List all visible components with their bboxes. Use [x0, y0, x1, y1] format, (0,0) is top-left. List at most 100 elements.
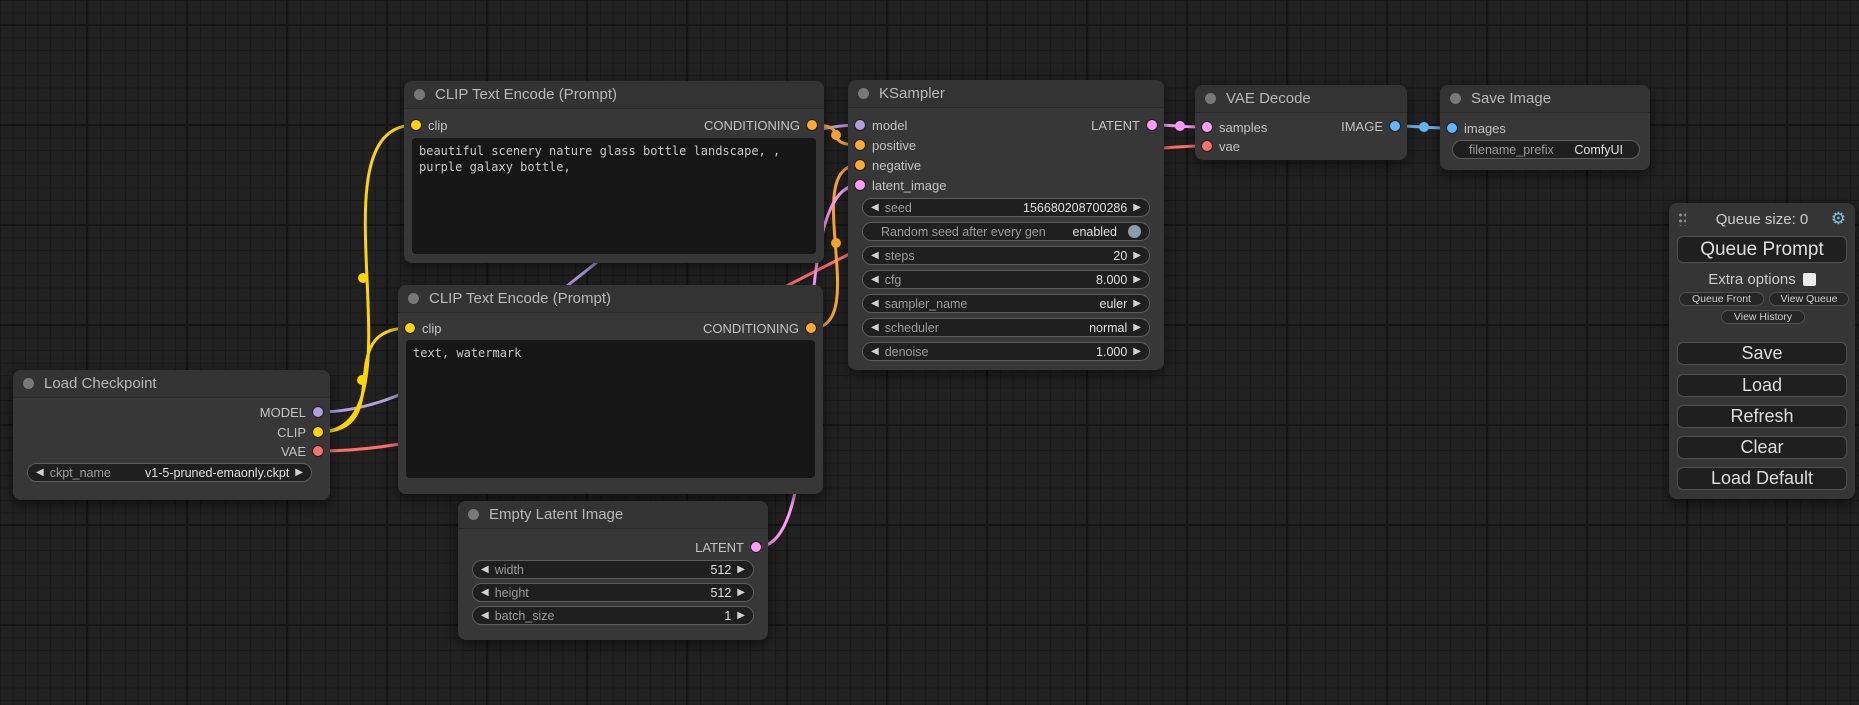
width-widget[interactable]: ◀ width 512 ▶	[472, 560, 754, 579]
node-ksampler[interactable]: KSampler model positive negative latent_…	[848, 80, 1164, 370]
decrement-arrow-icon[interactable]: ◀	[871, 323, 879, 333]
node-graph-canvas[interactable]: Load Checkpoint MODEL CLIP VAE ◀ ckpt_na…	[0, 0, 1859, 705]
steps-widget[interactable]: ◀ steps 20 ▶	[862, 246, 1150, 265]
random-seed-toggle-widget[interactable]: Random seed after every gen enabled	[862, 222, 1150, 241]
prompt-textarea[interactable]: beautiful scenery nature glass bottle la…	[412, 138, 816, 254]
output-socket-vae[interactable]	[313, 446, 323, 456]
output-label: IMAGE	[1341, 119, 1383, 134]
output-label: LATENT	[1091, 118, 1140, 133]
node-title-bar[interactable]: Empty Latent Image	[458, 501, 768, 529]
decrement-arrow-icon[interactable]: ◀	[481, 565, 489, 575]
node-title-bar[interactable]: Save Image	[1440, 85, 1650, 113]
increment-arrow-icon[interactable]: ▶	[737, 611, 745, 621]
decrement-arrow-icon[interactable]: ◀	[871, 275, 879, 285]
queue-size-label: Queue size: 0	[1669, 211, 1855, 228]
collapse-dot-icon[interactable]	[1205, 93, 1216, 104]
input-socket-clip[interactable]	[411, 120, 421, 130]
cfg-widget[interactable]: ◀ cfg 8.000 ▶	[862, 270, 1150, 289]
widget-value: enabled	[1073, 225, 1118, 239]
input-socket-images[interactable]	[1447, 123, 1457, 133]
decrement-arrow-icon[interactable]: ◀	[871, 203, 879, 213]
load-default-button[interactable]: Load Default	[1677, 467, 1847, 490]
collapse-dot-icon[interactable]	[1450, 93, 1461, 104]
node-title-bar[interactable]: Load Checkpoint	[13, 370, 330, 398]
increment-arrow-icon[interactable]: ▶	[1133, 275, 1141, 285]
increment-arrow-icon[interactable]: ▶	[737, 588, 745, 598]
prompt-textarea[interactable]: text, watermark	[406, 340, 815, 478]
input-socket-latent-image[interactable]	[855, 180, 865, 190]
increment-arrow-icon[interactable]: ▶	[1133, 323, 1141, 333]
node-title: Load Checkpoint	[44, 375, 157, 392]
load-button[interactable]: Load	[1677, 374, 1847, 397]
increment-arrow-icon[interactable]: ▶	[1133, 347, 1141, 357]
input-socket-negative[interactable]	[855, 160, 865, 170]
height-widget[interactable]: ◀ height 512 ▶	[472, 583, 754, 602]
decrement-arrow-icon[interactable]: ◀	[481, 588, 489, 598]
node-clip-text-encode-negative[interactable]: CLIP Text Encode (Prompt) clip CONDITION…	[398, 285, 823, 494]
input-socket-samples[interactable]	[1202, 122, 1212, 132]
decrement-arrow-icon[interactable]: ◀	[871, 347, 879, 357]
output-socket-latent[interactable]	[751, 542, 761, 552]
node-empty-latent-image[interactable]: Empty Latent Image LATENT ◀ width 512 ▶ …	[458, 501, 768, 640]
clear-button[interactable]: Clear	[1677, 436, 1847, 459]
save-button[interactable]: Save	[1677, 342, 1847, 365]
output-socket-latent[interactable]	[1147, 120, 1157, 130]
increment-arrow-icon[interactable]: ▶	[295, 468, 303, 478]
scheduler-widget[interactable]: ◀ scheduler normal ▶	[862, 318, 1150, 337]
input-socket-model[interactable]	[855, 120, 865, 130]
widget-value: ComfyUI	[1574, 143, 1623, 157]
toggle-knob[interactable]	[1128, 225, 1141, 238]
node-save-image[interactable]: Save Image images filename_prefix ComfyU…	[1440, 85, 1650, 170]
output-socket-conditioning[interactable]	[806, 323, 816, 333]
extra-options-checkbox[interactable]	[1803, 273, 1816, 286]
collapse-dot-icon[interactable]	[414, 89, 425, 100]
node-vae-decode[interactable]: VAE Decode samples vae IMAGE	[1195, 85, 1407, 160]
node-title-bar[interactable]: VAE Decode	[1195, 85, 1407, 113]
view-queue-button[interactable]: View Queue	[1769, 292, 1849, 306]
queue-panel[interactable]: Queue size: 0 ⚙ Queue Prompt Extra optio…	[1669, 203, 1855, 499]
collapse-dot-icon[interactable]	[468, 509, 479, 520]
input-socket-vae[interactable]	[1202, 141, 1212, 151]
node-title-bar[interactable]: CLIP Text Encode (Prompt)	[404, 81, 824, 109]
widget-label: sampler_name	[885, 297, 968, 311]
collapse-dot-icon[interactable]	[858, 88, 869, 99]
decrement-arrow-icon[interactable]: ◀	[481, 611, 489, 621]
output-label: CONDITIONING	[703, 321, 799, 336]
widget-value: 1.000	[1096, 345, 1127, 359]
node-title-bar[interactable]: CLIP Text Encode (Prompt)	[398, 285, 823, 313]
increment-arrow-icon[interactable]: ▶	[1133, 203, 1141, 213]
decrement-arrow-icon[interactable]: ◀	[871, 299, 879, 309]
widget-label: width	[495, 563, 524, 577]
widget-label: cfg	[885, 273, 902, 287]
view-history-button[interactable]: View History	[1721, 310, 1805, 324]
increment-arrow-icon[interactable]: ▶	[737, 565, 745, 575]
decrement-arrow-icon[interactable]: ◀	[36, 468, 44, 478]
increment-arrow-icon[interactable]: ▶	[1133, 299, 1141, 309]
batch-size-widget[interactable]: ◀ batch_size 1 ▶	[472, 606, 754, 625]
decrement-arrow-icon[interactable]: ◀	[871, 251, 879, 261]
ckpt-name-widget[interactable]: ◀ ckpt_name v1-5-pruned-emaonly.ckpt ▶	[27, 463, 312, 482]
collapse-dot-icon[interactable]	[408, 293, 419, 304]
collapse-dot-icon[interactable]	[23, 378, 34, 389]
input-socket-positive[interactable]	[855, 140, 865, 150]
queue-front-button[interactable]: Queue Front	[1679, 292, 1764, 306]
seed-widget[interactable]: ◀ seed 156680208700286 ▶	[862, 198, 1150, 217]
node-load-checkpoint[interactable]: Load Checkpoint MODEL CLIP VAE ◀ ckpt_na…	[13, 370, 330, 500]
output-socket-clip[interactable]	[313, 427, 323, 437]
output-socket-model[interactable]	[313, 407, 323, 417]
filename-prefix-widget[interactable]: filename_prefix ComfyUI	[1452, 140, 1640, 159]
increment-arrow-icon[interactable]: ▶	[1133, 251, 1141, 261]
refresh-button[interactable]: Refresh	[1677, 405, 1847, 428]
gear-icon[interactable]: ⚙	[1831, 209, 1846, 229]
denoise-widget[interactable]: ◀ denoise 1.000 ▶	[862, 342, 1150, 361]
output-socket-image[interactable]	[1390, 121, 1400, 131]
output-label: MODEL	[260, 405, 306, 420]
node-title-bar[interactable]: KSampler	[848, 80, 1164, 108]
drag-handle-icon[interactable]	[1678, 212, 1686, 226]
output-socket-conditioning[interactable]	[807, 120, 817, 130]
node-clip-text-encode-positive[interactable]: CLIP Text Encode (Prompt) clip CONDITION…	[404, 81, 824, 263]
input-socket-clip[interactable]	[405, 323, 415, 333]
sampler-name-widget[interactable]: ◀ sampler_name euler ▶	[862, 294, 1150, 313]
node-title: VAE Decode	[1226, 90, 1311, 107]
queue-prompt-button[interactable]: Queue Prompt	[1677, 236, 1847, 263]
